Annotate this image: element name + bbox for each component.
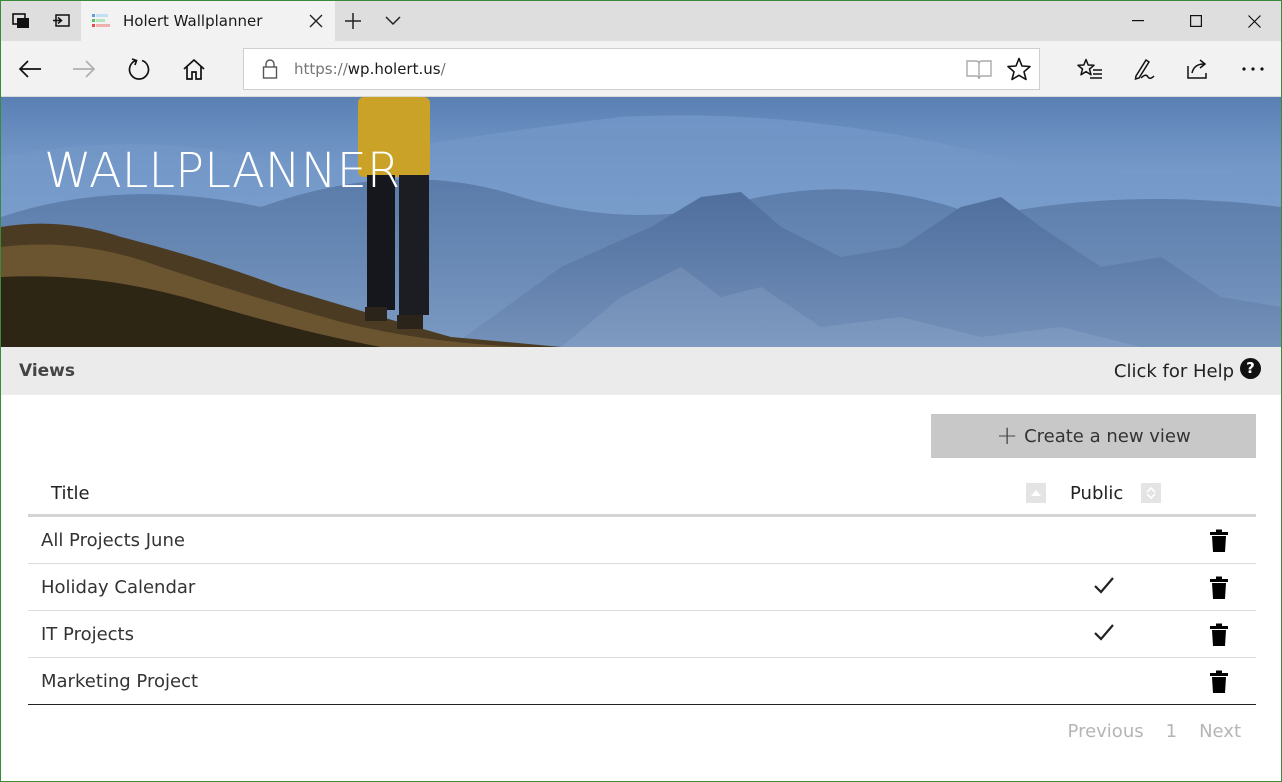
lock-icon[interactable] [250, 49, 290, 89]
table-row[interactable]: IT Projects [28, 611, 1256, 658]
tab-preview-chevron-down-icon[interactable] [373, 1, 413, 41]
url-host: wp.holert.us [347, 60, 441, 78]
pager-previous[interactable]: Previous [1068, 721, 1144, 742]
url-path: / [440, 60, 446, 78]
view-title[interactable]: Holiday Calendar [41, 564, 195, 611]
hero-title: WALLPLANNER [44, 143, 401, 199]
close-tab-icon[interactable] [297, 1, 335, 41]
favorites-hub-icon[interactable] [1063, 41, 1117, 97]
table-header: Title Public [28, 469, 1256, 517]
favorite-star-icon[interactable] [999, 49, 1039, 89]
column-header-title[interactable]: Title [51, 469, 90, 517]
forward-arrow-icon[interactable] [57, 41, 111, 97]
table-row[interactable]: Holiday Calendar [28, 564, 1256, 611]
view-title[interactable]: Marketing Project [41, 658, 198, 705]
back-arrow-icon[interactable] [3, 41, 57, 97]
tab-strip: Holert Wallplanner [1, 1, 1281, 41]
wallplanner-favicon-icon [91, 11, 111, 31]
minimize-icon[interactable] [1109, 1, 1167, 41]
trash-icon[interactable] [1208, 529, 1230, 553]
help-label: Click for Help [1113, 360, 1234, 382]
checkmark-icon [1094, 577, 1114, 594]
mountain-landscape-image [1, 97, 1281, 347]
sort-public-icon[interactable] [1141, 483, 1161, 503]
table-row[interactable]: All Projects June [28, 517, 1256, 564]
tab-set-aside-icon[interactable] [1, 1, 41, 41]
plus-icon: + [996, 421, 1019, 451]
browser-window: Holert Wallplanner https://wp.holert.us/… [0, 0, 1282, 782]
table-row[interactable]: Marketing Project [28, 658, 1256, 705]
trash-icon[interactable] [1208, 576, 1230, 600]
maximize-icon[interactable] [1167, 1, 1225, 41]
address-bar[interactable]: https://wp.holert.us/ [243, 48, 1040, 90]
view-title[interactable]: All Projects June [41, 517, 185, 564]
trash-icon[interactable] [1208, 670, 1230, 694]
pager-page-number[interactable]: 1 [1166, 721, 1177, 742]
new-tab-icon[interactable] [333, 1, 373, 41]
views-table: Title Public All Projects June Holiday C… [28, 469, 1256, 705]
column-header-public[interactable]: Public [1070, 469, 1123, 517]
tab-title: Holert Wallplanner [123, 12, 263, 30]
share-icon[interactable] [1171, 41, 1225, 97]
question-circle-icon: ? [1240, 357, 1261, 379]
view-title[interactable]: IT Projects [41, 611, 134, 658]
home-icon[interactable] [167, 41, 221, 97]
checkmark-icon [1094, 624, 1114, 641]
url-scheme: https:// [294, 60, 348, 78]
hero-banner: WALLPLANNER [1, 97, 1281, 347]
more-options-icon[interactable] [1226, 41, 1280, 97]
refresh-icon[interactable] [112, 41, 166, 97]
pager-next[interactable]: Next [1199, 721, 1241, 742]
sort-title-ascending-icon[interactable] [1026, 483, 1046, 503]
reading-view-book-icon[interactable] [959, 49, 999, 89]
url-text[interactable]: https://wp.holert.us/ [290, 60, 959, 78]
address-toolbar: https://wp.holert.us/ [1, 41, 1281, 97]
sub-navigation-bar: Views Click for Help ? [1, 347, 1281, 395]
create-new-view-label: Create a new view [1024, 425, 1191, 447]
pagination: Previous 1 Next [1046, 721, 1241, 742]
web-note-pen-icon[interactable] [1117, 41, 1171, 97]
help-link[interactable]: Click for Help ? [1114, 347, 1261, 395]
views-tab[interactable]: Views [1, 347, 93, 395]
show-aside-tabs-icon[interactable] [41, 1, 81, 41]
close-window-icon[interactable] [1225, 1, 1281, 41]
create-new-view-button[interactable]: + Create a new view [931, 414, 1256, 458]
trash-icon[interactable] [1208, 623, 1230, 647]
tab-holert-wallplanner[interactable]: Holert Wallplanner [81, 1, 335, 41]
